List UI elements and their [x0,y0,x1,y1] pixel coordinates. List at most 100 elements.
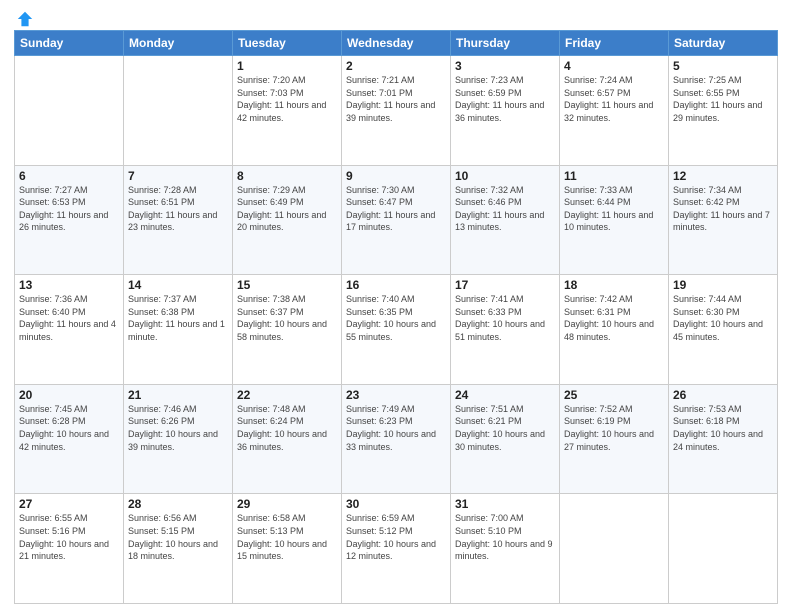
day-info: Sunrise: 7:23 AMSunset: 6:59 PMDaylight:… [455,74,555,124]
calendar-cell [15,56,124,166]
day-number: 18 [564,278,664,292]
calendar-cell: 13Sunrise: 7:36 AMSunset: 6:40 PMDayligh… [15,275,124,385]
day-number: 11 [564,169,664,183]
calendar-header-sunday: Sunday [15,31,124,56]
calendar-cell: 12Sunrise: 7:34 AMSunset: 6:42 PMDayligh… [669,165,778,275]
calendar-cell: 5Sunrise: 7:25 AMSunset: 6:55 PMDaylight… [669,56,778,166]
day-info: Sunrise: 7:44 AMSunset: 6:30 PMDaylight:… [673,293,773,343]
day-info: Sunrise: 7:20 AMSunset: 7:03 PMDaylight:… [237,74,337,124]
day-number: 22 [237,388,337,402]
calendar-cell: 2Sunrise: 7:21 AMSunset: 7:01 PMDaylight… [342,56,451,166]
calendar-cell [669,494,778,604]
day-info: Sunrise: 7:42 AMSunset: 6:31 PMDaylight:… [564,293,664,343]
calendar-header-saturday: Saturday [669,31,778,56]
day-number: 5 [673,59,773,73]
day-info: Sunrise: 7:52 AMSunset: 6:19 PMDaylight:… [564,403,664,453]
day-number: 9 [346,169,446,183]
day-number: 7 [128,169,228,183]
day-info: Sunrise: 7:00 AMSunset: 5:10 PMDaylight:… [455,512,555,562]
calendar-header-thursday: Thursday [451,31,560,56]
day-info: Sunrise: 6:58 AMSunset: 5:13 PMDaylight:… [237,512,337,562]
calendar-cell: 6Sunrise: 7:27 AMSunset: 6:53 PMDaylight… [15,165,124,275]
page: SundayMondayTuesdayWednesdayThursdayFrid… [0,0,792,612]
day-info: Sunrise: 7:21 AMSunset: 7:01 PMDaylight:… [346,74,446,124]
calendar-cell: 1Sunrise: 7:20 AMSunset: 7:03 PMDaylight… [233,56,342,166]
day-info: Sunrise: 7:48 AMSunset: 6:24 PMDaylight:… [237,403,337,453]
day-info: Sunrise: 7:25 AMSunset: 6:55 PMDaylight:… [673,74,773,124]
calendar-cell: 8Sunrise: 7:29 AMSunset: 6:49 PMDaylight… [233,165,342,275]
day-number: 23 [346,388,446,402]
day-number: 8 [237,169,337,183]
day-info: Sunrise: 7:30 AMSunset: 6:47 PMDaylight:… [346,184,446,234]
day-number: 25 [564,388,664,402]
calendar-cell [124,56,233,166]
day-info: Sunrise: 7:51 AMSunset: 6:21 PMDaylight:… [455,403,555,453]
day-info: Sunrise: 7:24 AMSunset: 6:57 PMDaylight:… [564,74,664,124]
calendar-cell: 23Sunrise: 7:49 AMSunset: 6:23 PMDayligh… [342,384,451,494]
day-info: Sunrise: 7:49 AMSunset: 6:23 PMDaylight:… [346,403,446,453]
day-number: 26 [673,388,773,402]
calendar-week-4: 20Sunrise: 7:45 AMSunset: 6:28 PMDayligh… [15,384,778,494]
day-info: Sunrise: 7:27 AMSunset: 6:53 PMDaylight:… [19,184,119,234]
calendar-cell: 19Sunrise: 7:44 AMSunset: 6:30 PMDayligh… [669,275,778,385]
day-info: Sunrise: 7:41 AMSunset: 6:33 PMDaylight:… [455,293,555,343]
calendar-week-1: 1Sunrise: 7:20 AMSunset: 7:03 PMDaylight… [15,56,778,166]
day-number: 2 [346,59,446,73]
day-number: 15 [237,278,337,292]
day-info: Sunrise: 7:45 AMSunset: 6:28 PMDaylight:… [19,403,119,453]
day-number: 10 [455,169,555,183]
calendar-cell: 4Sunrise: 7:24 AMSunset: 6:57 PMDaylight… [560,56,669,166]
calendar-cell: 31Sunrise: 7:00 AMSunset: 5:10 PMDayligh… [451,494,560,604]
day-info: Sunrise: 7:32 AMSunset: 6:46 PMDaylight:… [455,184,555,234]
day-number: 1 [237,59,337,73]
day-number: 29 [237,497,337,511]
calendar-week-2: 6Sunrise: 7:27 AMSunset: 6:53 PMDaylight… [15,165,778,275]
day-number: 4 [564,59,664,73]
calendar-cell: 21Sunrise: 7:46 AMSunset: 6:26 PMDayligh… [124,384,233,494]
day-info: Sunrise: 7:53 AMSunset: 6:18 PMDaylight:… [673,403,773,453]
day-number: 13 [19,278,119,292]
day-info: Sunrise: 7:38 AMSunset: 6:37 PMDaylight:… [237,293,337,343]
calendar-cell: 14Sunrise: 7:37 AMSunset: 6:38 PMDayligh… [124,275,233,385]
calendar-header-wednesday: Wednesday [342,31,451,56]
day-number: 28 [128,497,228,511]
day-number: 21 [128,388,228,402]
calendar-cell: 17Sunrise: 7:41 AMSunset: 6:33 PMDayligh… [451,275,560,385]
calendar-week-3: 13Sunrise: 7:36 AMSunset: 6:40 PMDayligh… [15,275,778,385]
day-info: Sunrise: 7:33 AMSunset: 6:44 PMDaylight:… [564,184,664,234]
calendar-cell: 7Sunrise: 7:28 AMSunset: 6:51 PMDaylight… [124,165,233,275]
day-number: 31 [455,497,555,511]
day-number: 30 [346,497,446,511]
day-number: 16 [346,278,446,292]
day-number: 24 [455,388,555,402]
day-info: Sunrise: 6:55 AMSunset: 5:16 PMDaylight:… [19,512,119,562]
calendar-cell: 10Sunrise: 7:32 AMSunset: 6:46 PMDayligh… [451,165,560,275]
calendar: SundayMondayTuesdayWednesdayThursdayFrid… [14,30,778,604]
calendar-cell: 16Sunrise: 7:40 AMSunset: 6:35 PMDayligh… [342,275,451,385]
day-info: Sunrise: 6:56 AMSunset: 5:15 PMDaylight:… [128,512,228,562]
day-number: 27 [19,497,119,511]
calendar-cell: 22Sunrise: 7:48 AMSunset: 6:24 PMDayligh… [233,384,342,494]
calendar-cell: 27Sunrise: 6:55 AMSunset: 5:16 PMDayligh… [15,494,124,604]
calendar-cell: 28Sunrise: 6:56 AMSunset: 5:15 PMDayligh… [124,494,233,604]
day-number: 12 [673,169,773,183]
logo-icon [16,10,34,28]
calendar-cell: 18Sunrise: 7:42 AMSunset: 6:31 PMDayligh… [560,275,669,385]
calendar-header-tuesday: Tuesday [233,31,342,56]
logo [14,10,34,24]
calendar-cell: 9Sunrise: 7:30 AMSunset: 6:47 PMDaylight… [342,165,451,275]
day-info: Sunrise: 7:37 AMSunset: 6:38 PMDaylight:… [128,293,228,343]
calendar-cell: 24Sunrise: 7:51 AMSunset: 6:21 PMDayligh… [451,384,560,494]
calendar-cell: 30Sunrise: 6:59 AMSunset: 5:12 PMDayligh… [342,494,451,604]
calendar-header-row: SundayMondayTuesdayWednesdayThursdayFrid… [15,31,778,56]
day-info: Sunrise: 6:59 AMSunset: 5:12 PMDaylight:… [346,512,446,562]
day-number: 20 [19,388,119,402]
calendar-cell: 20Sunrise: 7:45 AMSunset: 6:28 PMDayligh… [15,384,124,494]
day-number: 17 [455,278,555,292]
day-number: 14 [128,278,228,292]
header [14,10,778,24]
calendar-header-monday: Monday [124,31,233,56]
calendar-cell: 29Sunrise: 6:58 AMSunset: 5:13 PMDayligh… [233,494,342,604]
day-info: Sunrise: 7:46 AMSunset: 6:26 PMDaylight:… [128,403,228,453]
day-info: Sunrise: 7:34 AMSunset: 6:42 PMDaylight:… [673,184,773,234]
